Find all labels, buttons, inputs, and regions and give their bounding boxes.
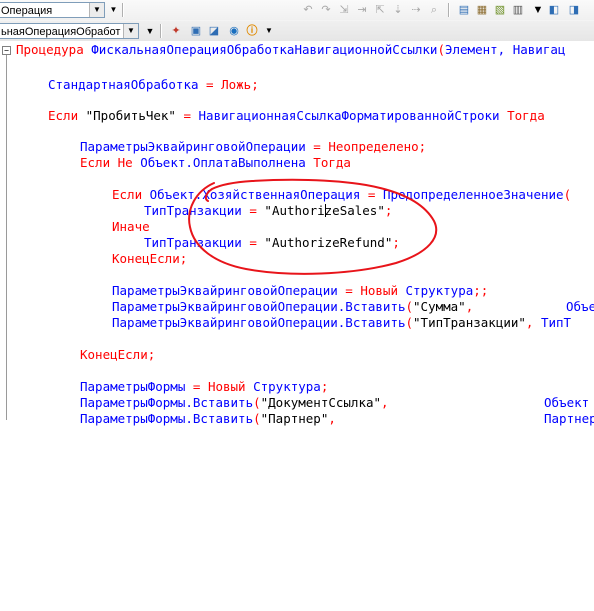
code-line: ПараметрыЭквайринговойОперации.Вставить(… xyxy=(112,315,572,330)
code-line: ПараметрыЭквайринговойОперации.Вставить(… xyxy=(112,299,474,314)
new-icon[interactable]: ✦ xyxy=(168,23,184,39)
code-line: ТипТранзакции = "AuthorizeRefund"; xyxy=(144,235,400,250)
run-to-cursor-icon[interactable]: ⇣ xyxy=(390,2,406,18)
code-line-tail: Объект xyxy=(544,395,590,410)
code-line: Если Не Объект.ОплатаВыполнена Тогда xyxy=(80,155,351,170)
operation-combo-value: Операция xyxy=(1,5,53,17)
code-line: ПараметрыЭквайринговойОперации = Неопред… xyxy=(80,139,427,154)
toolbar-separator xyxy=(122,3,124,17)
procedure-combo[interactable]: ьнаяОперацияОбработ ▼ xyxy=(0,23,139,39)
toolbar-separator xyxy=(160,24,162,38)
undo-icon[interactable]: ↶ xyxy=(300,2,316,18)
code-line: ПараметрыФормы = Новый Структура; xyxy=(80,379,329,394)
step-over-icon[interactable]: ⇥ xyxy=(354,2,370,18)
code-text[interactable]: Процедура ФискальнаяОперацияОбработкаНав… xyxy=(16,41,594,611)
code-line: Иначе xyxy=(112,219,150,234)
copy-icon[interactable]: ▤ xyxy=(456,2,472,18)
code-line-tail: Партнер xyxy=(544,411,594,426)
dropdown-icon[interactable]: ▼ xyxy=(530,2,546,18)
bookmark-icon[interactable]: ◧ xyxy=(546,2,562,18)
code-line: Если Объект.ХозяйственнаяОперация = Пред… xyxy=(112,187,572,202)
help-icon[interactable]: ◨ xyxy=(566,2,582,18)
step-out-icon[interactable]: ⇱ xyxy=(372,2,388,18)
toolbar: Операция ▼ ▼ ↶ ↷ ⇲ ⇥ ⇱ ⇣ ⇢ ⌕ ▤ ▦ ▧ ▥ ▼ ◧… xyxy=(0,0,594,42)
collapse-icon[interactable]: − xyxy=(2,46,11,55)
dropdown-icon[interactable]: ▼ xyxy=(261,23,277,39)
code-line-tail: Объе xyxy=(566,299,594,314)
calculator-icon[interactable]: ▥ xyxy=(510,2,526,18)
code-editor[interactable]: − Процедура ФискальнаяОперацияОбработкаН… xyxy=(0,41,594,426)
clipboard-icon[interactable]: ▧ xyxy=(492,2,508,18)
code-line: ПараметрыЭквайринговойОперации = Новый С… xyxy=(112,283,489,298)
code-line: ПараметрыФормы.Вставить("Партнер", xyxy=(80,411,336,426)
combo-dropdown-icon[interactable]: ▼ xyxy=(108,2,119,17)
paste-icon[interactable]: ▦ xyxy=(474,2,490,18)
fold-line xyxy=(6,55,7,420)
dropdown-icon[interactable]: ▼ xyxy=(142,23,158,39)
code-line: Если "ПробитьЧек" = НавигационнаяСсылкаФ… xyxy=(48,108,545,123)
current-line-icon[interactable]: ⇢ xyxy=(408,2,424,18)
operation-combo[interactable]: Операция ▼ xyxy=(0,2,105,18)
step-into-icon[interactable]: ⇲ xyxy=(336,2,352,18)
find-icon[interactable]: ◉ xyxy=(226,23,242,39)
info-icon[interactable]: ⓘ xyxy=(244,23,260,39)
chevron-down-icon[interactable]: ▼ xyxy=(123,24,138,38)
save-icon[interactable]: ◪ xyxy=(206,23,222,39)
open-icon[interactable]: ▣ xyxy=(188,23,204,39)
toolbar-row-top: Операция ▼ ▼ ↶ ↷ ⇲ ⇥ ⇱ ⇣ ⇢ ⌕ ▤ ▦ ▧ ▥ ▼ ◧… xyxy=(0,0,594,20)
toolbar-row-bottom: ьнаяОперацияОбработ ▼ ▼ ✦ ▣ ◪ ◉ ⓘ ▼ xyxy=(0,20,594,42)
code-line: ПараметрыФормы.Вставить("ДокументСсылка"… xyxy=(80,395,389,410)
red-circle-annotation xyxy=(188,178,438,275)
fold-gutter: − xyxy=(0,41,11,420)
redo-icon[interactable]: ↷ xyxy=(318,2,334,18)
toolbar-separator xyxy=(448,3,450,17)
code-line: КонецЕсли; xyxy=(112,251,188,266)
code-line: СтандартнаяОбработка = Ложь; xyxy=(48,77,259,92)
procedure-combo-value: ьнаяОперацияОбработ xyxy=(1,26,121,38)
code-line: ТипТранзакции = "AuthorizeSales"; xyxy=(144,203,393,218)
code-line: Процедура ФискальнаяОперацияОбработкаНав… xyxy=(16,42,566,57)
eval-icon[interactable]: ⌕ xyxy=(426,2,442,18)
code-line: КонецЕсли; xyxy=(80,347,156,362)
chevron-down-icon[interactable]: ▼ xyxy=(89,3,104,17)
